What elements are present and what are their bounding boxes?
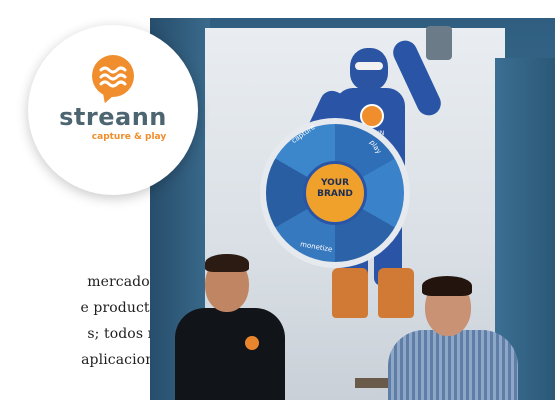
hero-held-device bbox=[426, 26, 452, 60]
shirt-logo-icon bbox=[245, 336, 259, 350]
hero-left-boot bbox=[332, 268, 368, 318]
person-left-shirt bbox=[175, 308, 285, 400]
article-text: mercado es e productos. s; todos ne- apl… bbox=[0, 270, 170, 400]
person-left-hair bbox=[205, 254, 249, 272]
shield-center-text: YOUR BRAND bbox=[317, 178, 353, 199]
streann-logo-badge: streann capture & play bbox=[28, 25, 198, 195]
logo-wordmark: streann bbox=[59, 103, 167, 131]
person-right-hair bbox=[422, 276, 472, 296]
hero-right-boot bbox=[378, 268, 414, 318]
hero-mask bbox=[355, 62, 383, 70]
person-right-shirt bbox=[388, 330, 518, 400]
article-photo: STREANN capture play monetize YOUR BRAND bbox=[150, 18, 555, 400]
logo-tagline: capture & play bbox=[91, 132, 167, 142]
